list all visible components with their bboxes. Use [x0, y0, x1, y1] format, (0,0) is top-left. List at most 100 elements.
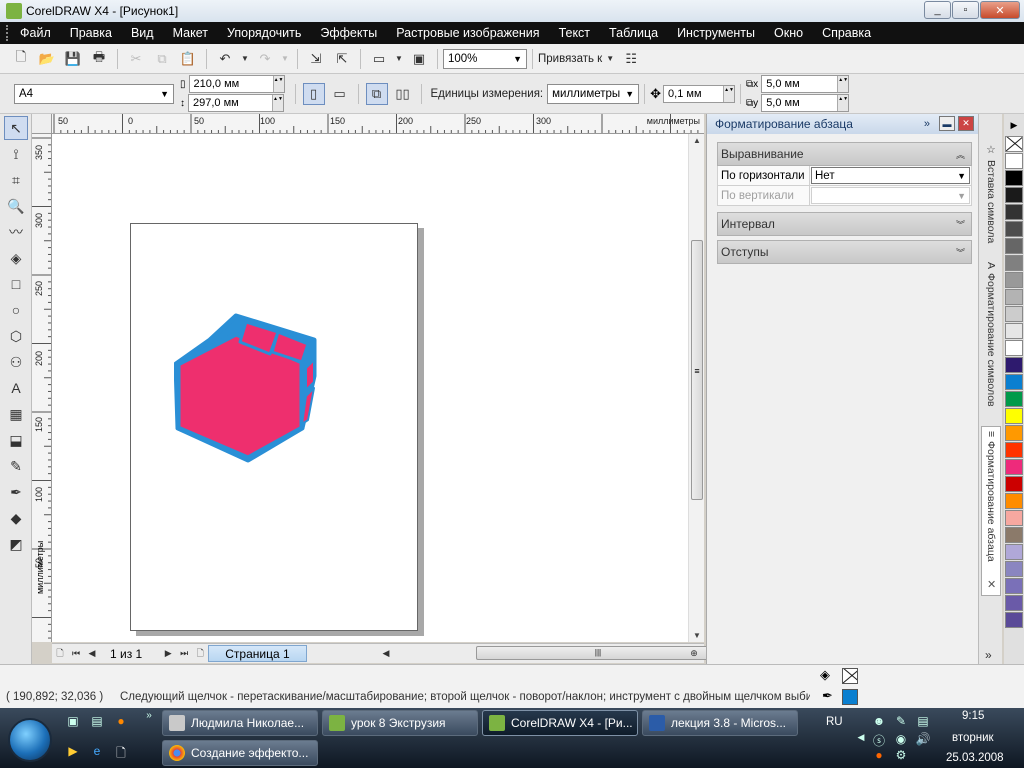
fill-swatch-none[interactable]	[842, 668, 858, 684]
palette-swatch[interactable]	[1005, 476, 1023, 492]
task-button-chrome[interactable]: Создание эффекто...	[162, 740, 318, 766]
palette-swatch[interactable]	[1005, 578, 1023, 594]
minimize-button[interactable]: _	[924, 1, 951, 19]
docker-expand-icon[interactable]: »	[985, 648, 992, 662]
palette-swatch[interactable]	[1005, 238, 1023, 254]
text-tool-icon[interactable]: A	[4, 376, 28, 400]
horizontal-scroll-thumb[interactable]: |||	[476, 646, 720, 660]
menu-view[interactable]: Вид	[131, 26, 154, 40]
paper-size-dropdown[interactable]: A4 ▼	[14, 83, 174, 104]
menu-help[interactable]: Справка	[822, 26, 871, 40]
maximize-button[interactable]: ▫	[952, 1, 979, 19]
palette-swatch[interactable]	[1005, 340, 1023, 356]
vertical-scrollbar[interactable]: ▲ ≡ ▼	[688, 134, 704, 642]
task-button-coreldraw[interactable]: CorelDRAW X4 - [Ри...	[482, 710, 638, 736]
palette-swatch[interactable]	[1005, 391, 1023, 407]
scroll-up-icon[interactable]: ▲	[693, 136, 701, 145]
firefox-icon[interactable]: ●	[112, 714, 130, 730]
tab-insert-character[interactable]: ☆ Вставка символа	[981, 140, 1001, 258]
portrait-icon[interactable]: ▯	[302, 82, 325, 105]
interactive-tool-icon[interactable]: ⬓	[4, 428, 28, 452]
welcome-screen-icon[interactable]: ▣	[408, 48, 430, 70]
interactive-fill-tool-icon[interactable]: ◩	[4, 532, 28, 556]
vertical-scroll-thumb[interactable]: ≡	[691, 240, 703, 500]
task-button-lesson[interactable]: урок 8 Экструзия	[322, 710, 478, 736]
palette-swatch[interactable]	[1005, 493, 1023, 509]
menu-text[interactable]: Текст	[559, 26, 590, 40]
spacing-section[interactable]: Интервал ︾	[717, 212, 972, 236]
menu-arrange[interactable]: Упорядочить	[227, 26, 301, 40]
palette-swatch[interactable]	[1005, 170, 1023, 186]
basic-shapes-tool-icon[interactable]: ⚇	[4, 350, 28, 374]
menu-tools[interactable]: Инструменты	[677, 26, 755, 40]
fill-indicator-icon[interactable]: ◈	[820, 667, 830, 683]
palette-swatch[interactable]	[1005, 289, 1023, 305]
export-icon[interactable]: ⇱	[331, 48, 353, 70]
nudge-distance-input[interactable]: 0,1 мм	[663, 84, 736, 103]
new-document-icon[interactable]: 🗋	[10, 48, 32, 70]
tab-character-formatting[interactable]: A Форматирование символов	[981, 258, 1001, 426]
smart-fill-tool-icon[interactable]: ◈	[4, 246, 28, 270]
outline-color-swatch[interactable]	[842, 689, 858, 705]
palette-swatch[interactable]	[1005, 561, 1023, 577]
extruded-hexagon-shape[interactable]	[174, 310, 324, 470]
last-page-icon[interactable]: ⏭	[176, 648, 192, 659]
palette-swatch[interactable]	[1005, 544, 1023, 560]
fill-tool-icon[interactable]: ◆	[4, 506, 28, 530]
options-icon[interactable]: ☷	[620, 48, 642, 70]
palette-scroll-up-icon[interactable]: ▶	[1004, 114, 1024, 136]
palette-swatch[interactable]	[1005, 255, 1023, 271]
outline-indicator-icon[interactable]: ✒	[822, 688, 833, 704]
switch-windows-icon[interactable]: ▤	[88, 714, 106, 730]
palette-swatch[interactable]	[1005, 204, 1023, 220]
palette-swatch[interactable]	[1005, 187, 1023, 203]
menu-layout[interactable]: Макет	[173, 26, 208, 40]
task-button-user[interactable]: Людмила Николае...	[162, 710, 318, 736]
redo-icon[interactable]: ↷	[254, 48, 276, 70]
language-indicator[interactable]: RU	[826, 716, 843, 728]
shape-tool-icon[interactable]: ⟟	[4, 142, 28, 166]
print-icon[interactable]: 🖶	[88, 48, 110, 70]
start-button[interactable]	[8, 718, 52, 762]
zoom-levels-dropdown[interactable]: 100% ▼	[443, 48, 527, 69]
palette-swatch[interactable]	[1005, 459, 1023, 475]
palette-swatch[interactable]	[1005, 527, 1023, 543]
clock-time[interactable]: 9:15	[962, 710, 984, 722]
launcher-dropdown-icon[interactable]: ▼	[394, 48, 404, 70]
menu-edit[interactable]: Правка	[70, 26, 112, 40]
network-icon[interactable]: ▤	[914, 714, 932, 730]
menu-table[interactable]: Таблица	[609, 26, 658, 40]
palette-swatch[interactable]	[1005, 323, 1023, 339]
docker-minimize-button[interactable]: ▬	[939, 116, 955, 131]
rectangle-tool-icon[interactable]: □	[4, 272, 28, 296]
undo-icon[interactable]: ↶	[214, 48, 236, 70]
volume-icon[interactable]: 🔊	[914, 732, 932, 748]
ellipse-tool-icon[interactable]: ○	[4, 298, 28, 322]
next-page-icon[interactable]: ▶	[160, 648, 176, 659]
palette-swatch[interactable]	[1005, 306, 1023, 322]
save-icon[interactable]: 💾	[62, 48, 84, 70]
tray-icon-usb[interactable]: ⚙	[892, 748, 910, 764]
internet-explorer-icon[interactable]: e	[88, 744, 106, 760]
add-page-after-icon[interactable]: 🗋	[192, 646, 208, 662]
quicklaunch-expand-icon[interactable]: »	[140, 710, 158, 726]
open-icon[interactable]: 📂	[36, 48, 58, 70]
drawing-canvas[interactable]	[52, 134, 688, 642]
vertical-ruler[interactable]: 350 300 250 200 150 100 50 миллиметры	[32, 134, 52, 642]
page-height-input[interactable]: 297,0 мм	[188, 94, 284, 112]
document-icon[interactable]: 🗋	[112, 744, 130, 760]
tray-icon-orange[interactable]: ●	[870, 748, 888, 764]
menu-effects[interactable]: Эффекты	[320, 26, 377, 40]
landscape-icon[interactable]: ▭	[329, 83, 351, 105]
menu-bitmaps[interactable]: Растровые изображения	[396, 26, 539, 40]
scroll-left-icon[interactable]: ◀	[378, 648, 394, 659]
duplicate-x-input[interactable]: 5,0 мм	[761, 75, 850, 93]
menu-window[interactable]: Окно	[774, 26, 803, 40]
no-color-swatch[interactable]	[1005, 136, 1023, 152]
palette-swatch[interactable]	[1005, 425, 1023, 441]
tab-close-icon[interactable]: ✕	[987, 578, 996, 591]
palette-swatch[interactable]	[1005, 272, 1023, 288]
add-page-icon[interactable]: 🗋	[52, 646, 68, 662]
undo-dropdown-icon[interactable]: ▼	[240, 48, 250, 70]
palette-swatch[interactable]	[1005, 153, 1023, 169]
